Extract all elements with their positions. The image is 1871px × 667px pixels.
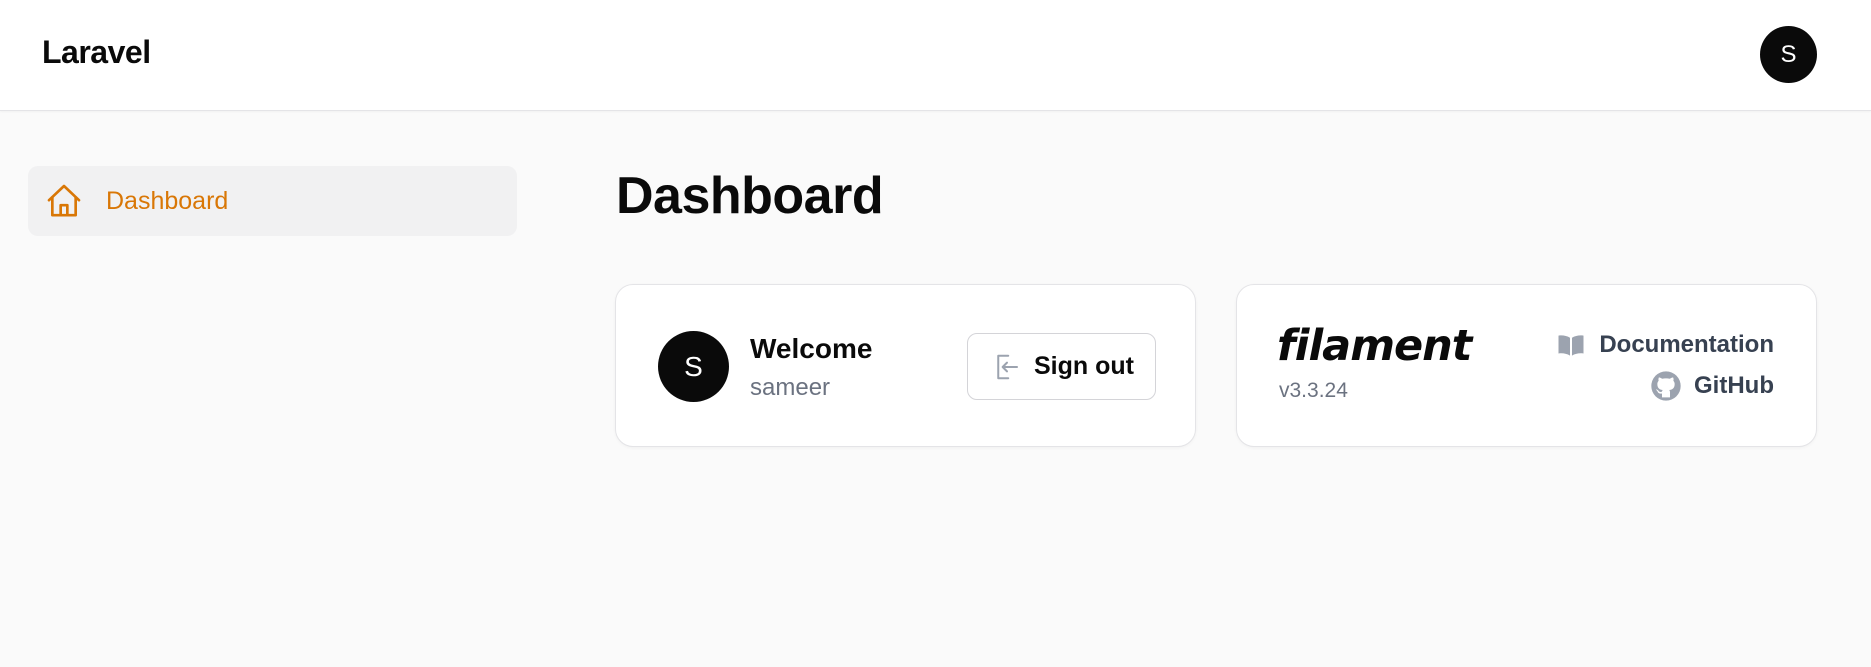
- sign-out-icon: [992, 352, 1022, 382]
- username-text: sameer: [750, 374, 831, 401]
- github-link-label: GitHub: [1694, 372, 1774, 399]
- user-menu-avatar[interactable]: S: [1760, 26, 1817, 83]
- documentation-link[interactable]: Documentation: [1555, 329, 1774, 361]
- page-title: Dashboard: [616, 167, 884, 225]
- topbar: Laravel S: [0, 0, 1871, 111]
- sign-out-button[interactable]: Sign out: [967, 333, 1156, 400]
- filament-info-card: filament v3.3.24 Documentation GitHub: [1236, 284, 1817, 447]
- filament-logo[interactable]: filament: [1277, 321, 1472, 371]
- avatar: S: [658, 331, 729, 402]
- sidebar-item-label: Dashboard: [106, 186, 229, 215]
- documentation-link-label: Documentation: [1599, 331, 1774, 358]
- brand-logo[interactable]: Laravel: [42, 34, 151, 71]
- welcome-heading: Welcome: [750, 333, 873, 364]
- welcome-card: S Welcome sameer Sign out: [615, 284, 1196, 447]
- home-icon: [44, 181, 84, 221]
- github-link[interactable]: GitHub: [1650, 370, 1774, 402]
- github-icon: [1650, 370, 1682, 402]
- sign-out-label: Sign out: [1034, 352, 1134, 380]
- sidebar-item-dashboard[interactable]: Dashboard: [28, 166, 517, 236]
- filament-version: v3.3.24: [1279, 379, 1348, 402]
- book-icon: [1555, 329, 1587, 361]
